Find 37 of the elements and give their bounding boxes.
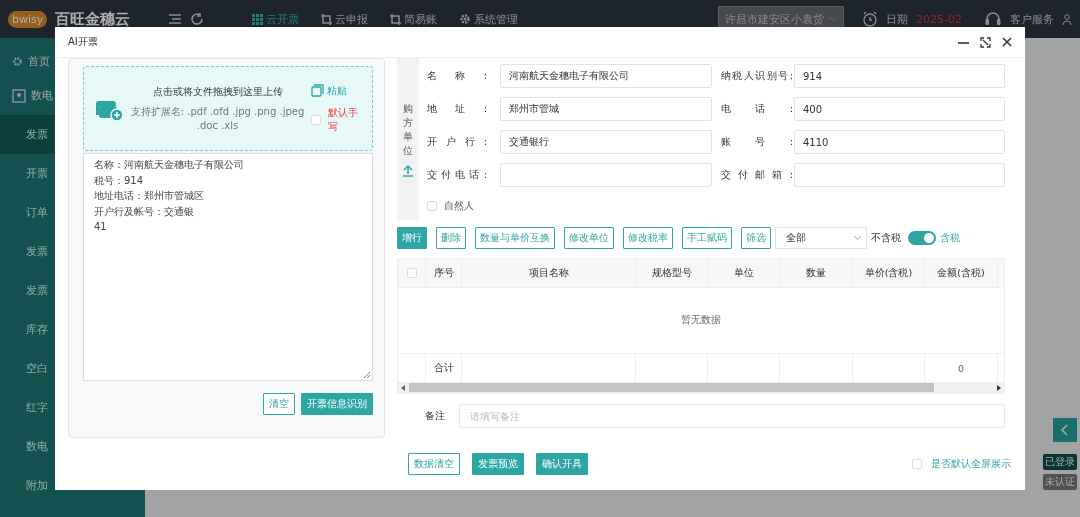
empty-message: 暂无数据 — [398, 287, 1004, 354]
field-label: 纳税人识别号: — [720, 69, 793, 83]
remark-label: 备注 — [425, 409, 445, 423]
column-header: 数量 — [780, 259, 853, 287]
app-title: 百旺金穗云 — [55, 9, 131, 29]
field-label: 交付邮箱: — [720, 168, 793, 182]
field-label: 账号: — [720, 135, 793, 149]
field-label: 开户行: — [426, 135, 487, 149]
column-header: 单价(含税) — [853, 259, 925, 287]
field-label: 电话: — [720, 102, 793, 116]
status-badge: 已登录 — [1043, 454, 1077, 470]
buyer-label: 购方单位 — [403, 101, 413, 158]
column-header: 规格型号 — [636, 259, 708, 287]
date-label: 日期 — [886, 11, 909, 27]
text-line: 地址电话：郑州市管城区 — [94, 189, 205, 203]
column-header: 单位 — [708, 259, 780, 287]
date-value: 2025-02 — [916, 12, 962, 26]
upload-hint: 支持扩展名: .pdf .ofd .jpg .png .jpeg .doc .xls — [129, 105, 306, 132]
checkbox-label: 自然人 — [444, 199, 474, 213]
text-line: 税号：914 — [94, 173, 145, 188]
column-header: 序号 — [426, 259, 462, 287]
field-label: 地址: — [426, 102, 487, 116]
checkbox-label: 默认手写 — [328, 105, 360, 134]
status-badge: 未认证 — [1043, 474, 1077, 490]
field-label: 名称: — [426, 69, 487, 83]
column-header: 金额(含税) — [925, 259, 998, 287]
dialog-title: AI开票 — [68, 35, 98, 49]
checkbox-label: 是否默认全屏展示 — [931, 457, 1011, 471]
field-label: 交付电话: — [426, 168, 487, 182]
upload-title: 点击或将文件拖拽到这里上传 — [151, 85, 284, 99]
text-line: 开户行及帐号：交通银 — [94, 204, 195, 219]
toggle-label: 不含税 — [871, 231, 901, 245]
text-line: 名称：河南航天金穗电子有限公司 — [94, 158, 245, 172]
toggle-label: 含税 — [940, 231, 960, 245]
column-header: 项目名称 — [462, 259, 636, 287]
text-line: 41 — [94, 220, 108, 234]
logo: bwisy — [8, 10, 48, 28]
